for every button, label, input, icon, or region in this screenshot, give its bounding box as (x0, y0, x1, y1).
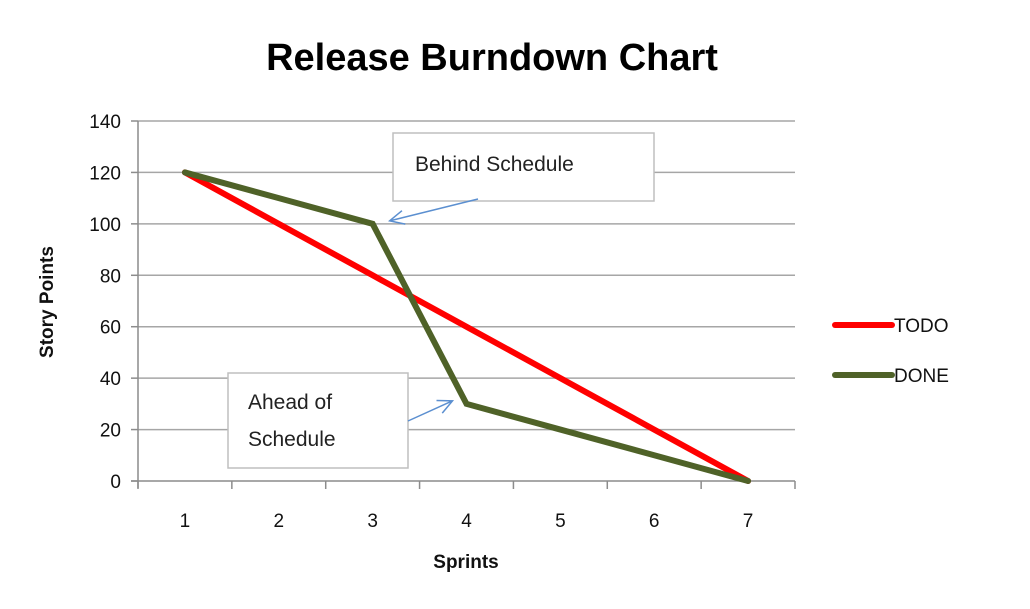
legend: TODO DONE (832, 316, 949, 387)
arrow-ahead-of-schedule (407, 399, 455, 422)
annotation-ahead-of-schedule: Ahead of Schedule (227, 372, 409, 469)
x-tick-labels: 1 2 3 4 5 6 7 (180, 511, 754, 532)
y-tick-labels: 0 20 40 60 80 100 120 140 (89, 112, 121, 493)
chart-title: Release Burndown Chart (266, 37, 718, 79)
x-tick-label: 7 (743, 511, 754, 532)
arrow-behind-schedule (387, 198, 479, 225)
x-tick-label: 4 (461, 511, 472, 532)
arrow-shaft (407, 400, 453, 422)
x-axis-title: Sprints (433, 552, 498, 573)
x-tick-label: 1 (180, 511, 191, 532)
x-tick-label: 2 (273, 511, 284, 532)
y-tick-label: 0 (110, 472, 121, 493)
annotation-text-line-1: Ahead of (248, 391, 332, 414)
annotation-text-line-2: Schedule (248, 428, 336, 451)
annotation-text: Behind Schedule (415, 153, 574, 176)
y-tick-label: 60 (100, 318, 121, 339)
y-tick-label: 120 (89, 163, 121, 184)
y-axis-title: Story Points (37, 246, 58, 358)
annotation-box (227, 372, 409, 469)
arrow-shaft (389, 198, 479, 222)
y-tick-label: 140 (89, 112, 121, 133)
x-tick-label: 6 (649, 511, 660, 532)
x-tick-label: 5 (555, 511, 566, 532)
y-tick-label: 40 (100, 369, 121, 390)
burndown-chart: Release Burndown Chart 02040608010012014… (37, 37, 949, 573)
legend-label-todo: TODO (894, 316, 949, 337)
x-tick-label: 3 (367, 511, 378, 532)
y-tick-label: 80 (100, 266, 121, 287)
legend-label-done: DONE (894, 366, 949, 387)
annotation-behind-schedule: Behind Schedule (392, 132, 655, 202)
y-tick-label: 20 (100, 421, 121, 442)
y-tick-label: 100 (89, 215, 121, 236)
